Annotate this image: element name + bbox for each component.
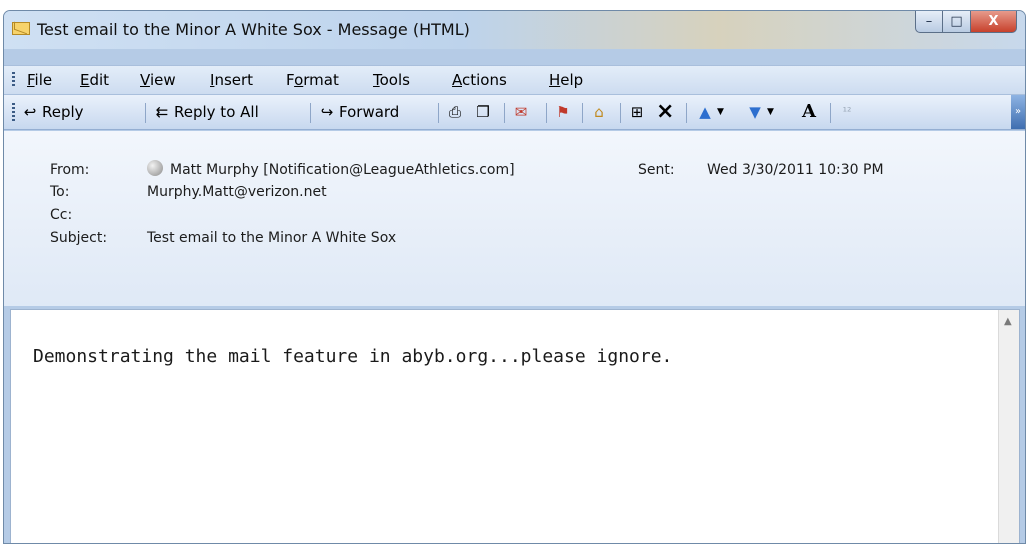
arrow-down-icon: ▼	[749, 103, 761, 121]
message-header: From: Matt Murphy [Notification@LeagueAt…	[4, 131, 1025, 306]
forward-icon: ↪	[320, 103, 334, 121]
previous-item-button[interactable]: ▲ ▼	[696, 101, 724, 123]
minimize-button[interactable]: –	[915, 11, 943, 33]
menu-actions[interactable]: Actions	[452, 71, 507, 89]
toolbar-separator	[546, 103, 547, 123]
encoding-icon: ¹²	[842, 105, 852, 118]
flag-icon: ⚑	[556, 103, 570, 121]
menu-help[interactable]: Help	[549, 71, 583, 89]
toolbar-separator	[145, 103, 146, 123]
message-window: Test email to the Minor A White Sox - Me…	[3, 10, 1026, 544]
print-icon: ⎙	[448, 103, 461, 121]
delete-button[interactable]: ×	[656, 101, 677, 123]
sent-label: Sent:	[638, 162, 675, 178]
close-button[interactable]: X	[971, 11, 1017, 33]
arrow-up-icon: ▲	[699, 103, 711, 121]
sent-value: Wed 3/30/2011 10:30 PM	[707, 162, 884, 178]
window-title: Test email to the Minor A White Sox - Me…	[37, 20, 470, 39]
toolbar-separator	[438, 103, 439, 123]
toolbar-separator	[830, 103, 831, 123]
toolbar-separator	[504, 103, 505, 123]
move-icon: ⊞	[630, 103, 644, 121]
to-value[interactable]: Murphy.Matt@verizon.net	[147, 184, 327, 200]
follow-up-flag-button[interactable]: ⚑	[554, 101, 575, 123]
toolbar-overflow-chevron[interactable]: »	[1011, 95, 1025, 129]
move-to-folder-button[interactable]: ✉	[512, 101, 533, 123]
toolbar: ↩ Reply ⇇ Reply to All ↪ Forward ⎙ ❐ ✉ ⚑…	[4, 95, 1025, 130]
menu-bar: File Edit View Insert Format Tools Actio…	[4, 65, 1025, 95]
reply-button[interactable]: ↩ Reply	[21, 101, 84, 123]
toolbar-separator	[582, 103, 583, 123]
subject-label: Subject:	[50, 230, 108, 246]
background-strip	[0, 0, 1028, 10]
scroll-up-icon[interactable]: ▲	[1004, 316, 1012, 327]
move-button[interactable]: ⊞	[628, 101, 649, 123]
envelope-icon	[12, 22, 30, 35]
toolbar-separator	[620, 103, 621, 123]
copy-button[interactable]: ❐	[474, 101, 495, 123]
menu-tools[interactable]: Tools	[373, 71, 410, 89]
toolbar-grip[interactable]	[12, 103, 15, 121]
menu-format[interactable]: Format	[286, 71, 339, 89]
delete-icon: ×	[656, 99, 675, 124]
reply-icon: ↩	[23, 103, 37, 121]
menu-insert[interactable]: Insert	[210, 71, 253, 89]
toolbar-separator	[686, 103, 687, 123]
address-book-icon: ⌂	[594, 103, 604, 121]
message-body[interactable]: Demonstrating the mail feature in abyb.o…	[10, 309, 1020, 543]
print-button[interactable]: ⎙	[446, 101, 467, 123]
next-item-button[interactable]: ▼ ▼	[746, 101, 774, 123]
body-text: Demonstrating the mail feature in abyb.o…	[33, 346, 673, 367]
reply-all-label: Reply to All	[174, 103, 259, 121]
address-book-button[interactable]: ⌂	[590, 101, 611, 123]
toolbar-separator	[310, 103, 311, 123]
chevron-down-icon: ▼	[767, 107, 774, 117]
from-value[interactable]: Matt Murphy [Notification@LeagueAthletic…	[147, 160, 515, 178]
menu-view[interactable]: View	[140, 71, 176, 89]
reply-all-icon: ⇇	[155, 103, 169, 121]
maximize-button[interactable]: □	[943, 11, 971, 33]
forward-button[interactable]: ↪ Forward	[318, 101, 400, 123]
menu-edit[interactable]: Edit	[80, 71, 109, 89]
vertical-scrollbar[interactable]: ▲	[998, 310, 1019, 543]
font-size-icon: A	[802, 101, 816, 122]
cc-label: Cc:	[50, 207, 73, 223]
presence-icon	[147, 160, 163, 176]
subject-value: Test email to the Minor A White Sox	[147, 230, 397, 246]
menu-file[interactable]: File	[27, 71, 52, 89]
chevron-down-icon: ▼	[717, 107, 724, 117]
font-size-button[interactable]: A	[800, 101, 821, 123]
reply-label: Reply	[42, 103, 84, 121]
envelope-delete-icon: ✉	[514, 103, 528, 121]
from-label: From:	[50, 162, 90, 178]
forward-label: Forward	[339, 103, 400, 121]
title-bar[interactable]: Test email to the Minor A White Sox - Me…	[4, 11, 1025, 49]
menu-grip[interactable]	[12, 72, 15, 88]
to-label: To:	[50, 184, 70, 200]
window-controls: – □ X	[915, 11, 1017, 33]
reply-all-button[interactable]: ⇇ Reply to All	[153, 101, 259, 123]
copy-icon: ❐	[476, 103, 490, 121]
encoding-button[interactable]: ¹²	[838, 101, 859, 123]
